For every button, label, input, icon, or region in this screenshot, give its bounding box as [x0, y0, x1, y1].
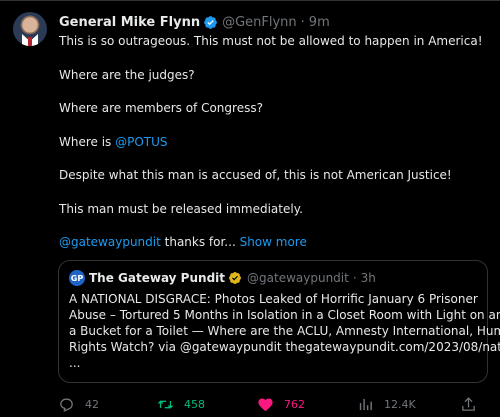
separator-dot: · — [300, 14, 305, 30]
tweet-line: @gatewaypundit thanks for... Show more — [59, 235, 307, 250]
tweet-text-fragment: thanks for... — [160, 235, 240, 249]
tweet-text-fragment: Where is — [59, 135, 116, 149]
retweet-button[interactable]: 458 — [157, 393, 205, 415]
tweet-timestamp[interactable]: 9m — [309, 15, 330, 30]
like-button[interactable]: 762 — [257, 393, 305, 415]
share-button[interactable] — [460, 393, 487, 415]
like-icon — [258, 398, 273, 411]
tweet[interactable]: General Mike Flynn @GenFlynn · 9m This i… — [0, 0, 500, 417]
quoted-line: ... — [69, 356, 81, 370]
tweet-line: Despite what this man is accused of, thi… — [59, 168, 452, 182]
show-more-link[interactable]: Show more — [240, 235, 307, 249]
quoted-line: Abuse – Tortured 5 Months in Isolation i… — [69, 308, 500, 322]
reply-icon — [60, 398, 73, 412]
verified-badge-icon — [228, 271, 243, 286]
views-icon — [359, 398, 372, 410]
retweet-icon — [157, 399, 174, 409]
quoted-line: A NATIONAL DISGRACE: Photos Leaked of Ho… — [69, 292, 478, 306]
tweet-line: Where is @POTUS — [59, 135, 168, 150]
author-name[interactable]: General Mike Flynn — [59, 15, 200, 30]
tweet-line: This man must be released immediately. — [59, 202, 303, 216]
quoted-author-name[interactable]: The Gateway Pundit — [89, 271, 225, 285]
avatar[interactable] — [13, 12, 47, 46]
tweet-line: Where are members of Congress? — [59, 101, 263, 115]
quoted-tweet-timestamp[interactable]: 3h — [361, 271, 376, 285]
reply-count: 42 — [85, 397, 99, 411]
quoted-line: a Bucket for a Toilet — Where are the AC… — [69, 324, 500, 338]
separator-dot: · — [352, 271, 357, 285]
potus-mention-link[interactable]: @POTUS — [115, 135, 167, 149]
verified-badge-icon — [203, 15, 218, 30]
tweet-header: General Mike Flynn @GenFlynn · 9m — [59, 13, 330, 31]
quoted-author-handle[interactable]: @gatewaypundit — [247, 271, 349, 285]
quoted-tweet[interactable]: GP The Gateway Pundit @gatewaypundit · 3… — [58, 260, 500, 383]
author-handle[interactable]: @GenFlynn — [222, 15, 297, 30]
share-icon — [462, 396, 475, 411]
views-count: 12.4K — [384, 397, 416, 411]
like-count: 762 — [284, 397, 305, 411]
retweet-count: 458 — [184, 397, 205, 411]
reply-button[interactable]: 42 — [58, 393, 99, 415]
tweet-line: Where are the judges? — [59, 68, 195, 82]
quoted-line: Rights Watch? via @gatewaypundit thegate… — [69, 340, 500, 354]
tweet-line: This is so outrageous. This must not be … — [59, 34, 483, 48]
action-bar: 42 458 762 12.4K — [0, 393, 500, 415]
quoted-tweet-header: GP The Gateway Pundit @gatewaypundit · 3… — [69, 270, 376, 286]
gateway-pundit-logo-icon: GP — [69, 270, 85, 286]
views-button[interactable]: 12.4K — [357, 393, 416, 415]
gatewaypundit-mention-link[interactable]: @gatewaypundit — [59, 235, 161, 249]
